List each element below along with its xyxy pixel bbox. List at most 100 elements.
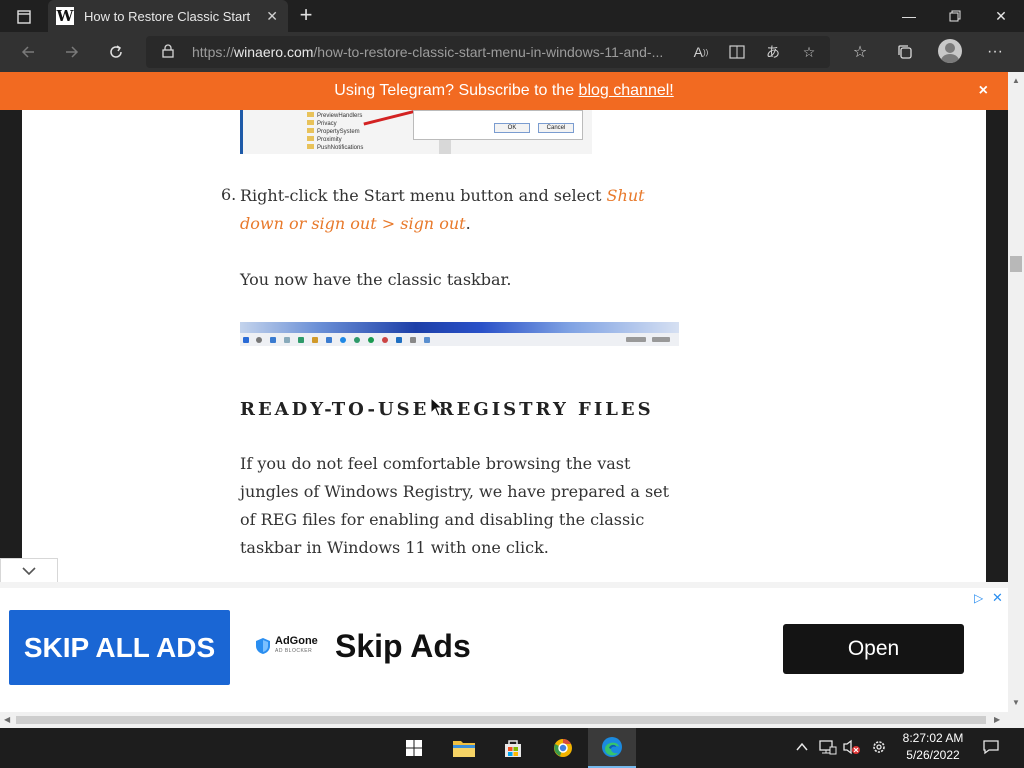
shield-icon xyxy=(256,638,270,654)
registry-files-paragraph: If you do not feel comfortable browsing … xyxy=(240,454,670,557)
tab-close-icon[interactable]: ✕ xyxy=(266,8,278,25)
taskbar-image-app-icon xyxy=(340,337,346,343)
edge-button[interactable] xyxy=(588,728,636,768)
dialog-box: OK Cancel xyxy=(413,110,583,140)
dialog-cancel-button: Cancel xyxy=(538,123,574,133)
file-explorer-button[interactable] xyxy=(440,728,488,768)
active-tab[interactable]: W How to Restore Classic Start Menu in W… xyxy=(48,0,288,32)
start-button[interactable] xyxy=(390,728,438,768)
taskbar-image-app-icon xyxy=(326,337,332,343)
ad-close-icon[interactable]: ✕ xyxy=(992,590,1003,606)
lock-icon[interactable] xyxy=(162,44,174,63)
open-button[interactable]: Open xyxy=(783,624,964,674)
ad-info-icon[interactable]: ▷ xyxy=(974,591,983,605)
taskbar-image-search-icon xyxy=(256,337,262,343)
horizontal-scroll-thumb[interactable] xyxy=(16,716,986,724)
collapse-ad-button[interactable] xyxy=(0,558,58,582)
forward-button[interactable] xyxy=(60,40,84,64)
step-number: 6. xyxy=(221,185,237,204)
step-text-after: . xyxy=(465,214,471,233)
horizontal-scrollbar[interactable]: ◀ ▶ xyxy=(0,712,1024,728)
tab-actions-icon xyxy=(17,10,31,24)
taskbar-image-app-icon xyxy=(382,337,388,343)
close-window-button[interactable]: ✕ xyxy=(978,0,1024,32)
browser-tab-strip: W How to Restore Classic Start Menu in W… xyxy=(0,0,1024,32)
volume-muted-icon[interactable] xyxy=(843,739,861,758)
restore-button[interactable] xyxy=(932,0,978,32)
tab-title: How to Restore Classic Start Menu in Win… xyxy=(84,8,254,24)
taskbar-image-app-icon xyxy=(354,337,360,343)
taskbar-clock[interactable]: 8:27:02 AM 5/26/2022 xyxy=(896,730,970,764)
tree-item: PropertySystem xyxy=(307,128,363,136)
new-tab-button[interactable]: + xyxy=(296,4,316,28)
classic-taskbar-text: You now have the classic taskbar. xyxy=(240,270,512,289)
immersive-reader-icon[interactable] xyxy=(726,41,748,63)
adgone-subtitle: AD BLOCKER xyxy=(275,648,313,654)
tray-chevron-icon[interactable] xyxy=(796,739,808,755)
favorites-icon[interactable]: ☆ xyxy=(848,40,872,64)
adgone-brand: AdGone xyxy=(275,635,318,647)
windows-taskbar: 8:27:02 AM 5/26/2022 xyxy=(0,728,1024,768)
step-text: Right-click the Start menu button and se… xyxy=(240,182,690,238)
taskbar-image-app-icon xyxy=(298,337,304,343)
restore-icon xyxy=(949,10,961,22)
back-arrow-icon xyxy=(21,46,34,58)
wallpaper-strip xyxy=(240,322,679,333)
classic-taskbar-image xyxy=(240,322,679,346)
settings-gear-icon[interactable] xyxy=(871,739,887,758)
favicon-icon: W xyxy=(56,7,74,25)
skip-all-ads-button[interactable]: SKIP ALL ADS xyxy=(9,610,230,685)
taskbar-image-app-icon xyxy=(424,337,430,343)
annotation-arrow xyxy=(363,110,417,126)
address-bar[interactable]: https://winaero.com/how-to-restore-class… xyxy=(146,36,830,68)
taskbar-image-app-icon xyxy=(368,337,374,343)
tree-item: PushNotifications xyxy=(307,144,363,152)
taskbar-image-clock xyxy=(652,337,670,342)
taskbar-image-app-icon xyxy=(270,337,276,343)
vertical-scroll-thumb[interactable] xyxy=(1010,256,1022,272)
banner-close-icon[interactable]: × xyxy=(979,72,988,110)
scroll-left-icon[interactable]: ◀ xyxy=(4,715,10,724)
vertical-scrollbar[interactable]: ▲ ▼ xyxy=(1008,72,1024,712)
section-heading: READY-TO-USE REGISTRY FILES xyxy=(240,399,654,420)
add-favorite-icon[interactable]: ☆ xyxy=(798,41,820,63)
translate-icon[interactable]: あ xyxy=(762,41,784,63)
minimize-button[interactable]: — xyxy=(886,0,932,32)
collections-icon[interactable] xyxy=(893,40,917,64)
forward-arrow-icon xyxy=(66,46,79,58)
taskbar-image-app-icon xyxy=(410,337,416,343)
dialog-ok-button: OK xyxy=(494,123,530,133)
taskbar-image-app-icon xyxy=(396,337,402,343)
settings-more-icon[interactable]: ··· xyxy=(983,40,1007,64)
tab-actions-button[interactable] xyxy=(8,6,40,28)
scroll-up-icon[interactable]: ▲ xyxy=(1012,76,1020,85)
chrome-canary-button[interactable] xyxy=(539,728,587,768)
step-text-before: Right-click the Start menu button and se… xyxy=(240,186,607,205)
taskbar-image-app-icon xyxy=(284,337,290,343)
registry-tree: PreviewHandlers Privacy PropertySystem P… xyxy=(307,112,363,152)
telegram-banner: Using Telegram? Subscribe to the blog ch… xyxy=(0,72,1008,110)
taskbar-image-start-icon xyxy=(243,337,249,343)
mouse-cursor-icon xyxy=(430,396,444,422)
chevron-down-icon xyxy=(22,566,36,575)
clock-date: 5/26/2022 xyxy=(906,748,960,762)
tree-item: Privacy xyxy=(307,120,363,128)
screenshot-scrollbar xyxy=(439,140,451,154)
refresh-button[interactable] xyxy=(104,40,128,64)
browser-toolbar: https://winaero.com/how-to-restore-class… xyxy=(0,32,1024,72)
store-button[interactable] xyxy=(489,728,537,768)
scroll-down-icon[interactable]: ▼ xyxy=(1012,698,1020,707)
network-icon[interactable] xyxy=(819,739,837,758)
ad-banner: SKIP ALL ADS AdGone AD BLOCKER Skip Ads … xyxy=(0,582,1008,712)
notifications-icon[interactable] xyxy=(983,739,999,758)
ad-headline: Skip Ads xyxy=(335,628,471,664)
url-text[interactable]: https://winaero.com/how-to-restore-class… xyxy=(192,44,682,60)
tree-item: Proximity xyxy=(307,136,363,144)
back-button[interactable] xyxy=(16,40,40,64)
scroll-right-icon[interactable]: ▶ xyxy=(994,715,1000,724)
read-aloud-icon[interactable]: A)) xyxy=(690,41,712,63)
store-icon xyxy=(505,740,521,757)
profile-avatar[interactable] xyxy=(938,39,962,63)
banner-text: Using Telegram? Subscribe to the xyxy=(334,82,579,99)
blog-channel-link[interactable]: blog channel! xyxy=(579,82,674,99)
